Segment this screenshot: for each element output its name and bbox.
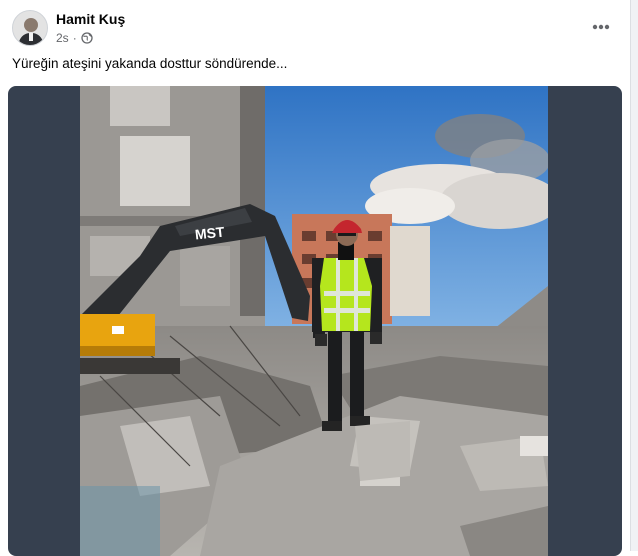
author-avatar[interactable] bbox=[12, 10, 48, 46]
post-caption: Yüreğin ateşini yakanda dosttur söndüren… bbox=[12, 56, 288, 71]
page-edge bbox=[630, 0, 638, 551]
concrete-block bbox=[355, 421, 410, 481]
post-media-frame: MST bbox=[8, 86, 622, 556]
post-photo[interactable]: MST bbox=[80, 86, 548, 556]
facebook-post: Hamit Kuş 2s · Yüreğin ateşini yakanda d… bbox=[0, 0, 630, 556]
excavator-brand-text: MST bbox=[194, 223, 226, 242]
more-options-button[interactable] bbox=[584, 12, 618, 42]
avatar-photo bbox=[13, 11, 47, 45]
post-meta: 2s · bbox=[56, 31, 93, 45]
globe-icon[interactable] bbox=[81, 32, 93, 44]
post-timestamp[interactable]: 2s bbox=[56, 31, 69, 45]
meta-separator: · bbox=[72, 31, 77, 45]
author-name[interactable]: Hamit Kuş bbox=[56, 11, 125, 27]
more-horizontal-icon bbox=[592, 24, 610, 30]
